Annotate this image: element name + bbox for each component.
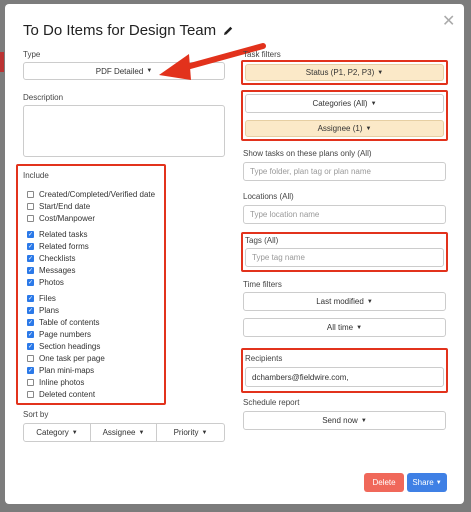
type-value: PDF Detailed — [95, 66, 144, 76]
backdrop-edge — [0, 52, 4, 72]
checkbox-checked-icon[interactable]: ✓ — [27, 306, 34, 314]
categories-filter-dropdown[interactable]: Categories (All) ▼ — [245, 94, 444, 113]
sort-priority-button[interactable]: Priority ▼ — [157, 423, 225, 442]
checkbox-icon[interactable] — [27, 390, 34, 398]
checkbox-checked-icon[interactable]: ✓ — [27, 278, 34, 286]
checkbox-start-end-date[interactable]: Start/End date — [27, 200, 167, 212]
checkbox-deleted-content[interactable]: Deleted content — [27, 388, 167, 400]
caret-down-icon: ▼ — [201, 429, 208, 436]
tags-label: Tags (All) — [245, 236, 279, 245]
caret-down-icon: ▼ — [435, 479, 442, 486]
checkbox-messages[interactable]: ✓ Messages — [27, 264, 167, 276]
caret-down-icon: ▼ — [146, 68, 153, 74]
checkbox-table-of-contents[interactable]: ✓ Table of contents — [27, 316, 167, 328]
sort-by-label: Sort by — [23, 410, 49, 419]
checkbox-created-completed-verified-date[interactable]: Created/Completed/Verified date — [27, 188, 167, 200]
checkbox-icon[interactable] — [27, 202, 34, 210]
all-time-dropdown[interactable]: All time ▼ — [243, 318, 446, 337]
include-group-3: ✓ Files ✓ Plans ✓ Table of contents ✓ Page n… — [27, 292, 167, 400]
checkbox-page-numbers[interactable]: ✓ Page numbers — [27, 328, 167, 340]
checkbox-icon[interactable] — [27, 354, 34, 362]
schedule-report-label: Schedule report — [243, 398, 300, 407]
share-button[interactable]: Share ▼ — [407, 473, 447, 492]
tags-input[interactable]: Type tag name — [245, 248, 444, 267]
time-filters-label: Time filters — [243, 280, 282, 289]
assignee-filter-dropdown[interactable]: Assignee (1) ▼ — [245, 120, 444, 137]
recipients-input[interactable]: dchambers@fieldwire.com, — [245, 367, 444, 387]
description-label: Description — [23, 93, 64, 102]
caret-down-icon: ▼ — [366, 298, 373, 305]
checkbox-checked-icon[interactable]: ✓ — [27, 330, 34, 338]
sort-assignee-button[interactable]: Assignee ▼ — [91, 423, 157, 442]
type-label: Type — [23, 50, 41, 59]
checkbox-photos[interactable]: ✓ Photos — [27, 276, 167, 288]
caret-down-icon: ▼ — [360, 417, 367, 424]
checkbox-checked-icon[interactable]: ✓ — [27, 266, 34, 274]
checkbox-related-tasks[interactable]: ✓ Related tasks — [27, 228, 167, 240]
include-label: Include — [23, 171, 49, 180]
checkbox-checked-icon[interactable]: ✓ — [27, 242, 34, 250]
last-modified-dropdown[interactable]: Last modified ▼ — [243, 292, 446, 311]
checkbox-icon[interactable] — [27, 378, 34, 386]
checkbox-checked-icon[interactable]: ✓ — [27, 318, 34, 326]
include-group-1: Created/Completed/Verified date Start/En… — [27, 188, 167, 224]
sort-by-segmented: Category ▼ Assignee ▼ Priority ▼ — [23, 423, 225, 442]
plans-filter-label: Show tasks on these plans only (All) — [243, 149, 372, 158]
status-filter-dropdown[interactable]: Status (P1, P2, P3) ▼ — [245, 64, 444, 81]
checkbox-checked-icon[interactable]: ✓ — [27, 294, 34, 302]
checkbox-one-task-per-page[interactable]: One task per page — [27, 352, 167, 364]
checkbox-inline-photos[interactable]: Inline photos — [27, 376, 167, 388]
checkbox-related-forms[interactable]: ✓ Related forms — [27, 240, 167, 252]
caret-down-icon: ▼ — [365, 125, 372, 132]
plans-filter-input[interactable]: Type folder, plan tag or plan name — [243, 162, 446, 181]
pencil-icon[interactable] — [222, 25, 234, 37]
recipients-label: Recipients — [245, 354, 283, 363]
caret-down-icon: ▼ — [356, 324, 363, 331]
locations-label: Locations (All) — [243, 192, 294, 201]
locations-input[interactable]: Type location name — [243, 205, 446, 224]
checkbox-checked-icon[interactable]: ✓ — [27, 366, 34, 374]
checkbox-checked-icon[interactable]: ✓ — [27, 230, 34, 238]
caret-down-icon: ▼ — [370, 100, 377, 107]
checkbox-checked-icon[interactable]: ✓ — [27, 342, 34, 350]
send-now-dropdown[interactable]: Send now ▼ — [243, 411, 446, 430]
include-checklist: Created/Completed/Verified date Start/En… — [27, 188, 167, 400]
checkbox-cost-manpower[interactable]: Cost/Manpower — [27, 212, 167, 224]
checkbox-checklists[interactable]: ✓ Checklists — [27, 252, 167, 264]
checkbox-checked-icon[interactable]: ✓ — [27, 254, 34, 262]
checkbox-icon[interactable] — [27, 214, 34, 222]
close-icon[interactable]: ✕ — [442, 11, 455, 31]
checkbox-section-headings[interactable]: ✓ Section headings — [27, 340, 167, 352]
caret-down-icon: ▼ — [138, 429, 145, 436]
checkbox-plans[interactable]: ✓ Plans — [27, 304, 167, 316]
modal-title: To Do Items for Design Team — [23, 22, 234, 39]
checkbox-icon[interactable] — [27, 190, 34, 198]
caret-down-icon: ▼ — [71, 429, 78, 436]
modal-title-text: To Do Items for Design Team — [23, 22, 217, 39]
task-filters-label: Task filters — [243, 50, 281, 59]
export-report-modal: To Do Items for Design Team ✕ Type PDF D… — [5, 4, 464, 504]
caret-down-icon: ▼ — [377, 69, 384, 76]
checkbox-files[interactable]: ✓ Files — [27, 292, 167, 304]
description-textarea[interactable] — [23, 105, 225, 157]
include-group-2: ✓ Related tasks ✓ Related forms ✓ Checklist… — [27, 228, 167, 288]
checkbox-plan-mini-maps[interactable]: ✓ Plan mini-maps — [27, 364, 167, 376]
sort-category-button[interactable]: Category ▼ — [23, 423, 91, 442]
delete-button[interactable]: Delete — [364, 473, 404, 492]
